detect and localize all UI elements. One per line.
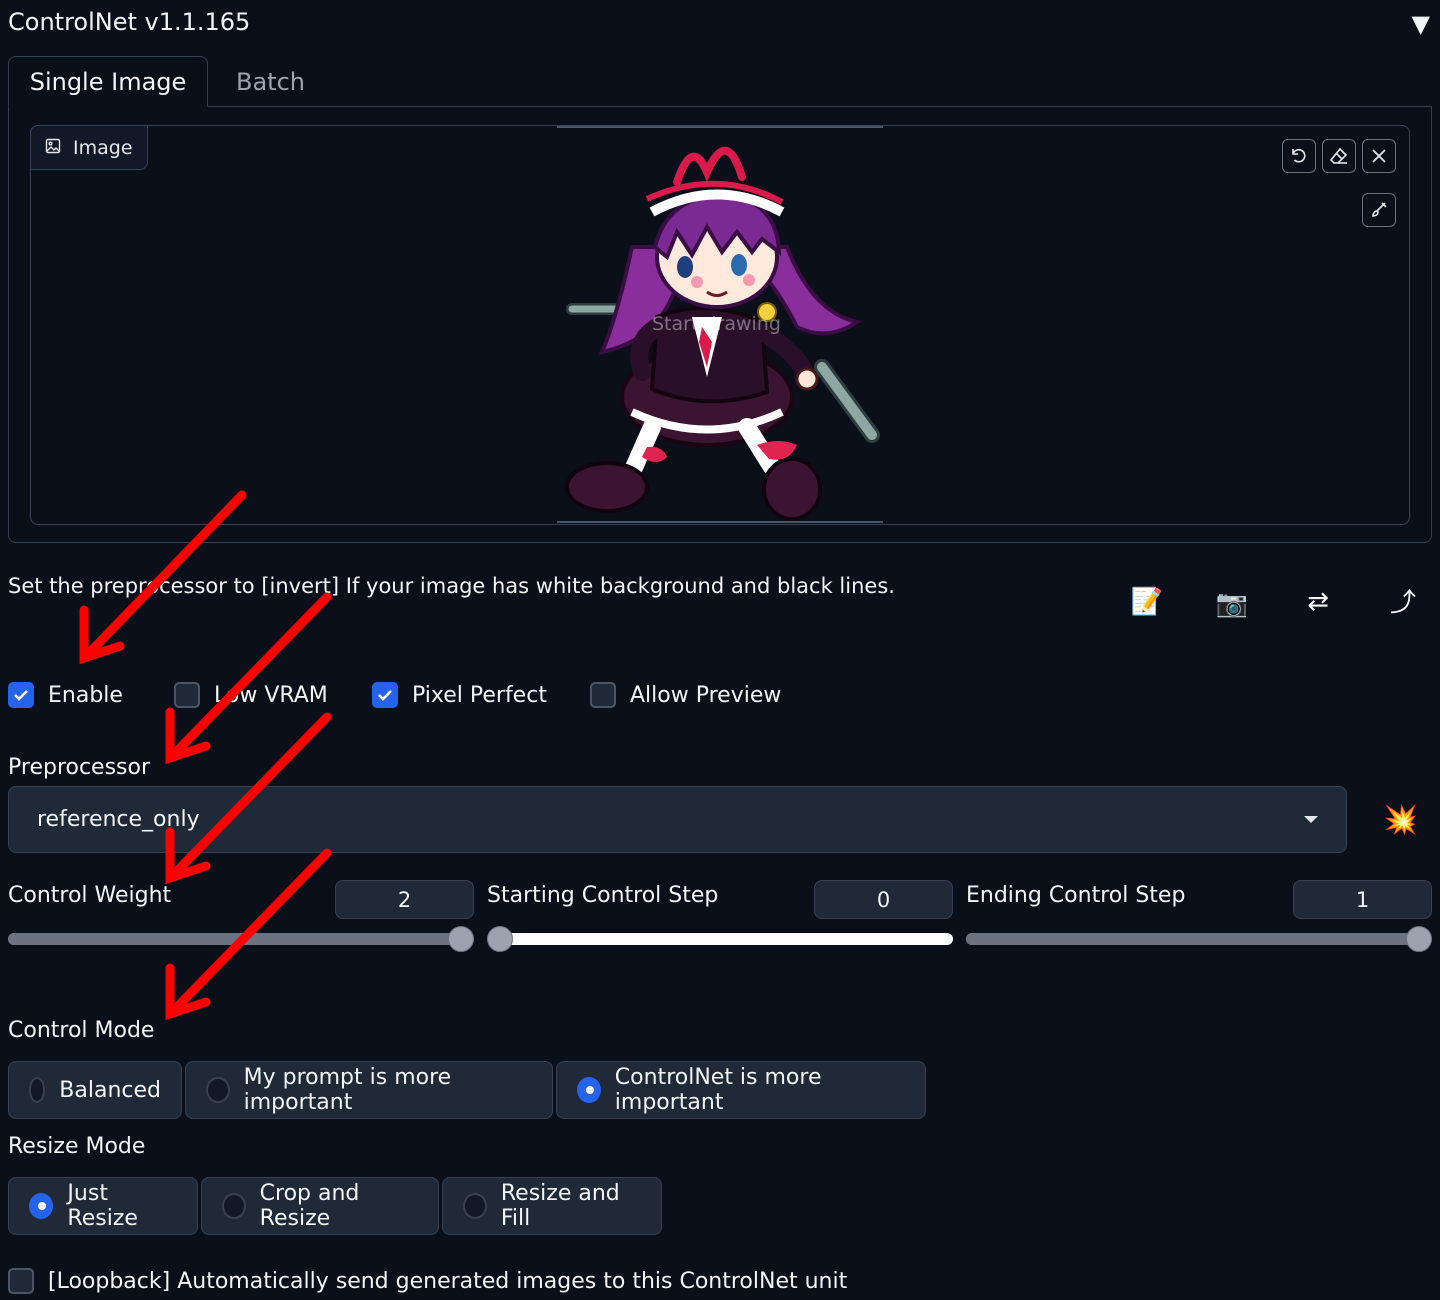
preprocessor-hint: Set the preprocessor to [invert] If your… — [8, 574, 895, 598]
control-mode-prompt[interactable]: My prompt is more important — [185, 1061, 553, 1119]
control-mode-controlnet[interactable]: ControlNet is more important — [556, 1061, 926, 1119]
control-weight-label: Control Weight — [8, 883, 172, 908]
arrowhead-control-mode — [165, 963, 211, 1021]
preprocessor-value: reference_only — [37, 807, 200, 832]
slider-thumb[interactable] — [448, 926, 474, 952]
new-canvas-icon[interactable]: 📝 — [1127, 582, 1167, 622]
camera-icon[interactable]: 📷 — [1212, 584, 1252, 624]
preprocessor-dropdown[interactable]: reference_only — [8, 786, 1347, 853]
starting-step-slider[interactable] — [487, 926, 953, 952]
slider-thumb[interactable] — [1406, 926, 1432, 952]
radio-button[interactable] — [206, 1077, 230, 1103]
collapse-icon[interactable]: ▼ — [1412, 10, 1430, 38]
checkbox-label: [Loopback] Automatically send generated … — [48, 1268, 848, 1294]
checkbox-box[interactable] — [372, 682, 398, 708]
checkbox-box[interactable] — [590, 682, 616, 708]
drawing-canvas[interactable]: Start drawing — [557, 127, 883, 523]
loopback-checkbox[interactable]: [Loopback] Automatically send generated … — [8, 1268, 847, 1294]
send-dimensions-icon[interactable]: ⤴ — [1383, 580, 1423, 620]
enable-checkbox[interactable]: Enable — [8, 682, 123, 708]
arrow-preprocessor — [170, 592, 332, 758]
starting-step-label: Starting Control Step — [487, 883, 719, 908]
control-weight-input[interactable]: 2 — [335, 880, 474, 919]
checkbox-label: Allow Preview — [630, 682, 782, 708]
radio-button[interactable] — [577, 1077, 601, 1103]
radio-label: Crop and Resize — [259, 1181, 360, 1231]
radio-label: Resize and Fill — [500, 1181, 620, 1231]
control-mode-label: Control Mode — [8, 1018, 155, 1043]
image-label: Image — [30, 125, 148, 170]
checkbox-label: Low VRAM — [214, 682, 328, 708]
checkbox-box[interactable] — [8, 1268, 34, 1294]
control-mode-balanced[interactable]: Balanced — [8, 1061, 182, 1119]
low-vram-checkbox[interactable]: Low VRAM — [174, 682, 328, 708]
allow-preview-checkbox[interactable]: Allow Preview — [590, 682, 781, 708]
preprocessor-label: Preprocessor — [8, 755, 151, 780]
radio-button[interactable] — [29, 1193, 54, 1219]
radio-button[interactable] — [463, 1193, 487, 1219]
ending-step-slider[interactable] — [966, 926, 1432, 952]
chevron-down-icon — [1304, 816, 1318, 823]
checkbox-box[interactable] — [174, 682, 200, 708]
resize-mode-crop[interactable]: Crop and Resize — [201, 1177, 439, 1235]
slider-fill — [966, 933, 1419, 945]
brush-icon[interactable] — [1362, 193, 1396, 227]
arrow-control-mode — [170, 848, 332, 1014]
resize-mode-just-resize[interactable]: Just Resize — [8, 1177, 198, 1235]
arrowhead-preprocessor — [165, 707, 211, 765]
swap-dimensions-icon[interactable]: ⇄ — [1298, 582, 1338, 622]
run-preprocessor-icon[interactable]: 💥 — [1383, 803, 1418, 836]
image-icon — [45, 137, 61, 159]
tab-batch[interactable]: Batch — [236, 56, 305, 107]
starting-step-input[interactable]: 0 — [814, 880, 953, 919]
radio-label: My prompt is more important — [243, 1065, 452, 1115]
ending-step-input[interactable]: 1 — [1293, 880, 1432, 919]
radio-label: Balanced — [59, 1077, 161, 1103]
radio-button[interactable] — [222, 1193, 246, 1219]
undo-icon[interactable] — [1282, 139, 1316, 173]
radio-button[interactable] — [29, 1077, 46, 1103]
checkbox-label: Pixel Perfect — [412, 682, 547, 708]
slider-fill — [8, 933, 461, 945]
eraser-icon[interactable] — [1322, 139, 1356, 173]
image-label-text: Image — [73, 136, 133, 159]
arrowhead-enable — [79, 605, 125, 665]
radio-label: ControlNet is more important — [614, 1065, 822, 1115]
ending-step-label: Ending Control Step — [966, 883, 1186, 908]
resize-mode-label: Resize Mode — [8, 1134, 146, 1159]
checkbox-label: Enable — [48, 682, 123, 708]
pixel-perfect-checkbox[interactable]: Pixel Perfect — [372, 682, 547, 708]
control-weight-slider[interactable] — [8, 926, 474, 952]
app-title: ControlNet v1.1.165 — [8, 8, 251, 36]
radio-label: Just Resize — [67, 1181, 138, 1231]
close-icon[interactable] — [1362, 139, 1396, 173]
tab-single-image[interactable]: Single Image — [8, 56, 208, 107]
slider-thumb[interactable] — [487, 926, 513, 952]
resize-mode-fill[interactable]: Resize and Fill — [442, 1177, 662, 1235]
checkbox-box[interactable] — [8, 682, 34, 708]
canvas-placeholder: Start drawing — [652, 313, 781, 335]
